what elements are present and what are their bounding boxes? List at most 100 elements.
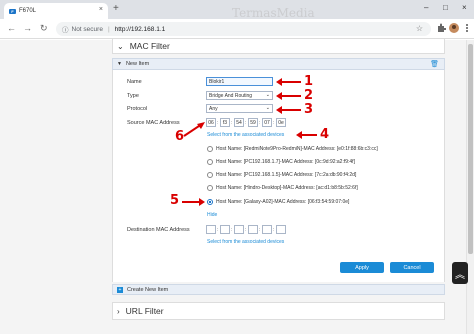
colon: : [273,227,275,233]
select-associated-devices-link[interactable]: Select from the associated devices [207,132,284,138]
octet-value: 59 [250,119,256,126]
protocol-value: Any [209,105,218,112]
tab-close-icon[interactable]: × [99,6,103,13]
host-label: Host Name: [Galaxy-A02]-MAC Address: [06… [216,199,350,205]
colon: : [259,227,261,233]
menu-dots-icon[interactable] [462,23,472,33]
info-icon: ⓘ [62,27,69,34]
router-favicon-icon: F [9,8,16,14]
name-label: Name [127,79,142,85]
colon: : [259,120,261,126]
radio-button[interactable] [207,172,213,178]
colon: : [217,227,219,233]
colon: : [273,120,275,126]
bookmark-star-icon[interactable]: ☆ [416,24,423,33]
new-item-title: New Item [125,61,150,67]
back-icon[interactable]: ← [7,23,16,33]
chevron-down-icon: ⌄ [117,41,124,51]
annotation-arrow [296,131,317,139]
octet-value: 06 [208,119,214,126]
source-mac-octet[interactable]: 0e [276,118,286,127]
host-radio-option[interactable]: Host Name: [PC192.168.1.5]-MAC Address: … [207,172,356,178]
mac-filter-section[interactable]: ⌄ MAC Filter [112,38,445,54]
scroll-to-top-icon[interactable]: ︽ [452,262,468,284]
cancel-button[interactable]: Cancel [390,262,434,273]
close-window-icon[interactable]: × [462,3,467,12]
source-mac-octet[interactable]: f3 [220,118,230,127]
name-input[interactable]: Blokir1 [206,77,273,86]
name-value: Blokir1 [209,78,225,85]
forward-icon[interactable]: → [23,23,32,33]
source-mac-octet[interactable]: 59 [248,118,258,127]
octet-value: 07 [264,119,270,126]
annotation-number: 5 [170,193,180,208]
apply-button[interactable]: Apply [340,262,384,273]
type-value: Bridge And Routing [209,92,253,99]
annotation-arrow [182,198,205,206]
type-select[interactable]: Bridge And Routing ⌄ [206,91,273,100]
url-text: http://192.168.1.1 [114,25,166,33]
octet-value: 0e [278,119,284,126]
new-item-header[interactable]: ▼ New Item 🗑 [112,58,445,70]
host-radio-option[interactable]: Host Name: [Hindro-Desktop]-MAC Address:… [207,185,358,191]
create-new-item-row[interactable]: + Create New Item [112,284,445,295]
tab-title: F670L [19,8,37,14]
radio-button[interactable] [207,185,213,191]
url-filter-title: URL Filter [125,306,164,316]
scrollbar-thumb[interactable] [468,44,473,254]
radio-button-selected[interactable] [207,199,213,205]
host-label: Host Name: [Hindro-Desktop]-MAC Address:… [216,185,358,191]
octet-value: 54 [236,119,242,126]
annotation-number: 3 [304,102,314,117]
trash-icon[interactable]: 🗑 [430,60,439,68]
radio-button[interactable] [207,159,213,165]
destination-mac-octet[interactable] [262,225,272,234]
annotation-number: 6 [175,129,185,144]
destination-mac-octet[interactable] [276,225,286,234]
chevron-right-icon: › [117,306,120,316]
annotation-number: 1 [304,74,314,89]
security-label: Not secure [71,25,103,33]
url-input[interactable]: ⓘ Not secure | http://192.168.1.1 ☆ [56,22,431,36]
browser-tab[interactable]: F F670L × [4,3,108,19]
collapse-triangle-icon: ▼ [117,61,122,67]
colon: : [217,120,219,126]
new-tab-button[interactable]: + [113,3,119,14]
plus-icon: + [117,286,123,293]
hide-link[interactable]: Hide [207,212,217,218]
radio-button[interactable] [207,146,213,152]
chevron-down-icon: ⌄ [265,92,270,98]
destination-mac-label: Destination MAC Address [127,227,190,233]
maximize-icon[interactable]: □ [443,3,448,12]
destination-mac-octet[interactable] [206,225,216,234]
destination-mac-octet[interactable] [248,225,258,234]
destination-mac-octet[interactable] [220,225,230,234]
extension-icon[interactable] [436,23,446,33]
colon: : [245,120,247,126]
host-radio-option-selected[interactable]: Host Name: [Galaxy-A02]-MAC Address: [06… [207,199,349,205]
protocol-label: Protocol [127,106,148,112]
type-label: Type [127,93,139,99]
destination-mac-octet[interactable] [234,225,244,234]
address-bar: ← → ↻ ⓘ Not secure | http://192.168.1.1 … [0,19,474,39]
annotation-arrow-diagonal [183,122,205,137]
host-label: Host Name: [PC192.168.1.5]-MAC Address: … [216,172,357,178]
host-radio-option[interactable]: Host Name: [PC192.168.1.7]-MAC Address: … [207,159,355,165]
profile-avatar[interactable] [449,23,459,33]
mac-filter-title: MAC Filter [129,41,170,51]
annotation-number: 4 [320,127,330,142]
minimize-icon[interactable]: – [424,3,428,12]
reload-icon[interactable]: ↻ [40,23,48,34]
url-filter-section[interactable]: › URL Filter [112,302,445,320]
watermark: TermasMedia [232,6,315,20]
source-mac-octet[interactable]: 54 [234,118,244,127]
annotation-arrow [276,92,301,100]
protocol-select[interactable]: Any ⌄ [206,104,273,113]
chevron-down-icon: ⌄ [265,105,270,111]
select-associated-devices-link-destination[interactable]: Select from the associated devices [207,239,284,245]
create-new-item-label: Create New Item [127,286,169,293]
host-label: Host Name: [RedmiNote9Pro-RedmiN]-MAC Ad… [216,146,378,152]
host-radio-option[interactable]: Host Name: [RedmiNote9Pro-RedmiN]-MAC Ad… [207,146,378,152]
colon: : [231,120,233,126]
source-mac-octet[interactable]: 07 [262,118,272,127]
